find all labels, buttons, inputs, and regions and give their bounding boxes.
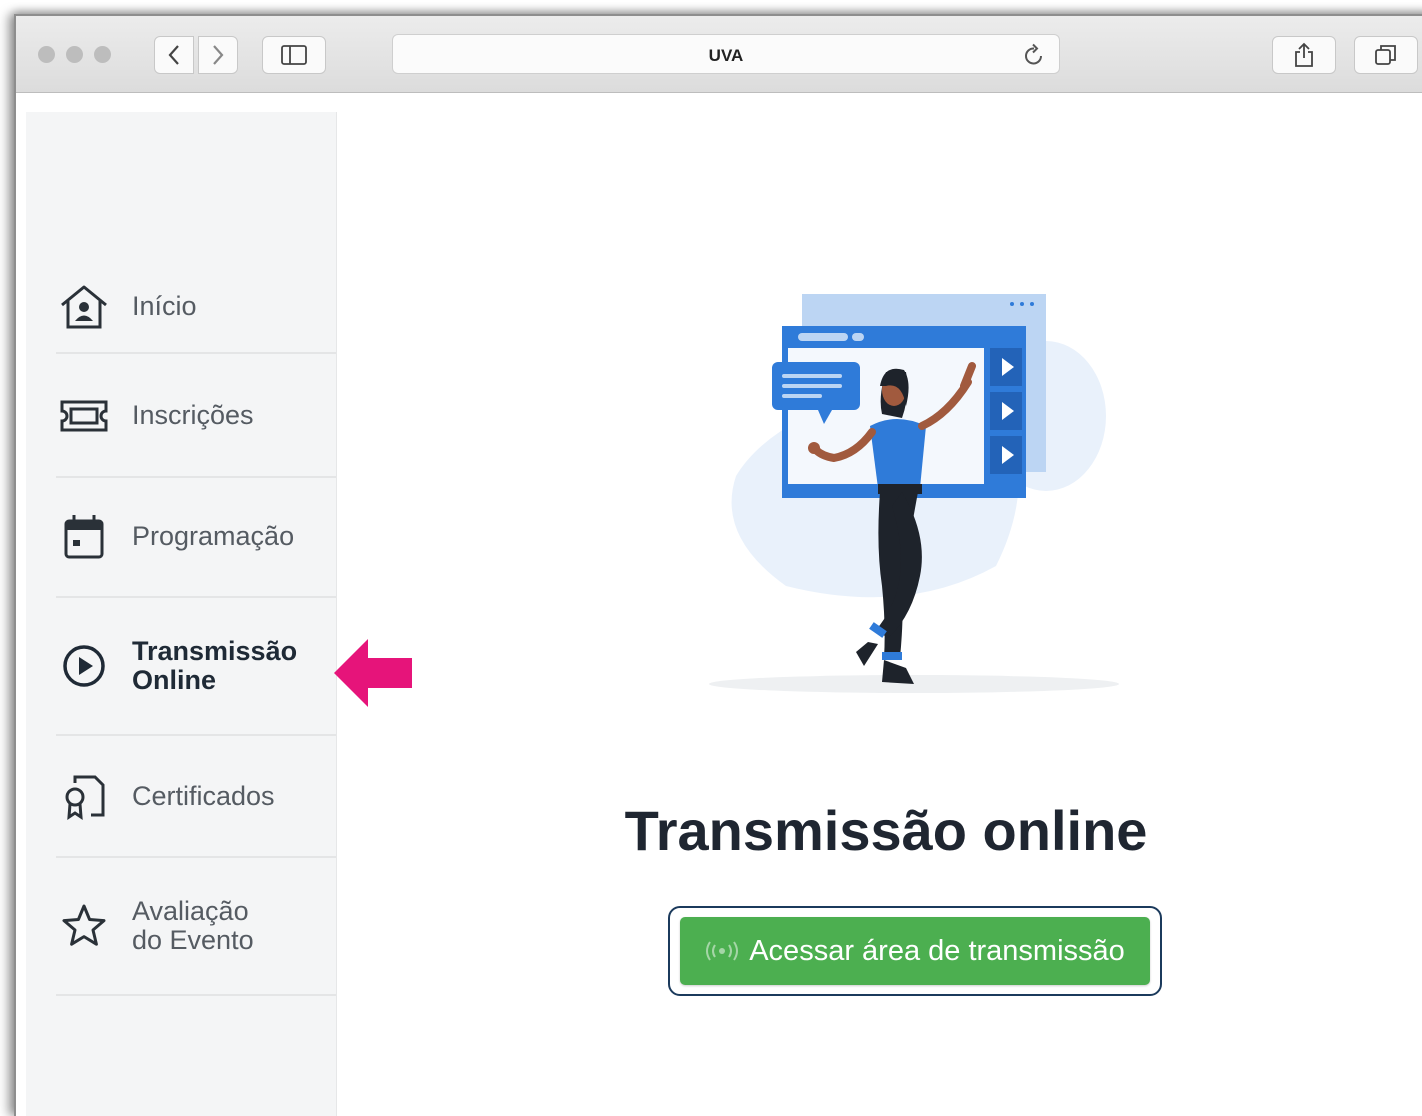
sidebar-toggle-icon: [281, 45, 307, 65]
zoom-window-button[interactable]: [94, 46, 111, 63]
sidebar-item-label: Avaliação do Evento: [132, 895, 254, 955]
broadcast-icon: [705, 941, 739, 961]
play-circle-icon: [63, 645, 105, 687]
back-icon: [168, 45, 179, 65]
sidebar-item-label: Certificados: [132, 781, 275, 812]
label-line-2: Online: [132, 665, 217, 695]
sidebar-item-label: Programação: [132, 521, 295, 552]
home-icon: [61, 285, 107, 329]
access-broadcast-button[interactable]: Acessar área de transmissão: [680, 917, 1150, 985]
label-line-1: Transmissão: [132, 635, 298, 666]
sidebar-item-avaliacao-evento[interactable]: Avaliação do Evento: [56, 858, 336, 996]
sidebar-item-label: Início: [132, 291, 197, 322]
label-line-1: Avaliação: [132, 895, 249, 926]
forward-button[interactable]: [198, 36, 238, 74]
reload-icon[interactable]: [1023, 43, 1045, 67]
tabs-icon: [1375, 45, 1396, 65]
certificate-icon: [65, 775, 105, 820]
share-button[interactable]: [1272, 36, 1336, 74]
address-bar-title: UVA: [708, 46, 744, 65]
browser-window: UVA Início Inscrições Programação Transm…: [14, 14, 1422, 1116]
label-line-2: do Evento: [132, 925, 254, 955]
tabs-button[interactable]: [1354, 36, 1418, 74]
browser-toolbar: UVA: [16, 16, 1422, 93]
streaming-illustration: [709, 294, 1119, 693]
close-window-button[interactable]: [38, 46, 55, 63]
forward-icon: [213, 45, 224, 65]
sidebar: Início Inscrições Programação Transmissã…: [26, 112, 337, 1116]
back-button[interactable]: [154, 36, 194, 74]
share-icon: [1295, 42, 1313, 67]
calendar-icon: [64, 515, 104, 559]
sidebar-item-certificados[interactable]: Certificados: [56, 738, 336, 858]
highlight-arrow-icon: [334, 639, 412, 707]
sidebar-item-label: Transmissão Online: [132, 635, 298, 695]
button-label: Acessar área de transmissão: [749, 934, 1125, 967]
sidebar-item-inicio[interactable]: Início: [56, 262, 336, 354]
sidebar-toggle-button[interactable]: [262, 36, 326, 74]
page-title: Transmissão online: [624, 799, 1148, 862]
sidebar-item-label: Inscrições: [132, 400, 254, 431]
star-icon: [62, 904, 106, 946]
address-bar[interactable]: UVA: [392, 34, 1060, 74]
minimize-window-button[interactable]: [66, 46, 83, 63]
sidebar-item-inscricoes[interactable]: Inscrições: [56, 356, 336, 478]
sidebar-item-transmissao-online[interactable]: Transmissão Online: [56, 598, 336, 736]
ticket-icon: [60, 400, 108, 432]
sidebar-item-programacao[interactable]: Programação: [56, 478, 336, 598]
